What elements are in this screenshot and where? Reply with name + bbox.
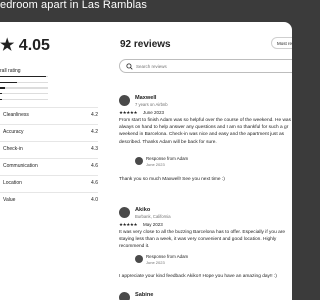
- category-row-communication: Communication 4.6: [0, 158, 98, 176]
- response-text: Thank you so much Maxwell! See you next …: [119, 177, 225, 182]
- category-value: 4.6: [91, 180, 98, 186]
- category-label: Communication: [3, 163, 38, 169]
- category-row-cleanliness: Cleanliness 4.2: [0, 107, 98, 125]
- rating-bar: [0, 93, 48, 95]
- category-value: 4.6: [91, 163, 98, 169]
- category-value: 4.0: [91, 197, 98, 203]
- category-label: Check-in: [3, 146, 23, 152]
- rating-bar-fill: [0, 76, 46, 78]
- avatar[interactable]: [119, 207, 130, 218]
- category-label: Cleanliness: [3, 112, 29, 118]
- star-rating: ★★★★★: [119, 110, 138, 115]
- overall-rating-label: rall rating: [0, 68, 21, 74]
- overall-rating-value: 4.05: [18, 37, 50, 54]
- avatar[interactable]: [119, 95, 130, 106]
- star-icon: ★: [0, 37, 15, 54]
- reviewer-subtitle: 7 years on Airbnb: [135, 102, 168, 107]
- category-value: 4.2: [91, 112, 98, 118]
- reviewer-subtitle: Burbank, California: [135, 214, 171, 219]
- response-from: Response from Adam: [146, 254, 189, 259]
- category-value: 4.3: [91, 146, 98, 152]
- reviews-modal: ★ 4.05 rall rating Cleanliness 4.2 Accur…: [0, 22, 292, 300]
- category-label: Value: [3, 197, 16, 203]
- rating-bar-fill: [0, 81, 17, 83]
- category-label: Accuracy: [3, 129, 24, 135]
- rating-bar: [0, 87, 48, 89]
- category-row-location: Location 4.6: [0, 175, 98, 193]
- category-row-check-in: Check-in 4.3: [0, 141, 98, 159]
- category-value: 4.2: [91, 129, 98, 135]
- reviewer-name[interactable]: Akiko: [135, 207, 150, 213]
- review-date: May 2023: [143, 222, 163, 227]
- reviews-count: 92 reviews: [120, 39, 171, 50]
- reviewer-name[interactable]: Maxwell: [135, 95, 156, 101]
- response-date: June 2023: [146, 162, 165, 167]
- review-text: It was very close to all the buzzing Bar…: [119, 230, 286, 250]
- host-avatar: [135, 255, 143, 263]
- avatar[interactable]: [119, 292, 130, 300]
- category-label: Location: [3, 180, 22, 186]
- rating-bar: [0, 76, 48, 78]
- host-avatar: [135, 157, 143, 165]
- sort-dropdown[interactable]: Most recent: [271, 37, 292, 49]
- category-row-value: Value 4.0: [0, 192, 98, 210]
- review-item: Sabine: [119, 292, 292, 300]
- search-reviews-box[interactable]: [119, 59, 292, 73]
- review-text: From start to finish Adam was so helpful…: [119, 118, 291, 145]
- overall-rating-distribution: [0, 76, 48, 104]
- response-text: I appreciate your kind feedback Akiko!! …: [119, 274, 277, 279]
- rating-bar: [0, 81, 48, 83]
- review-item: Akiko Burbank, California ★★★★★ May 2023…: [119, 207, 292, 297]
- rating-bar-fill: [0, 87, 5, 89]
- reviewer-name[interactable]: Sabine: [135, 292, 153, 298]
- star-rating: ★★★★★: [119, 222, 138, 227]
- rating-bar-fill: [0, 98, 3, 101]
- search-reviews-input[interactable]: [136, 61, 286, 71]
- search-icon: [126, 63, 133, 70]
- category-row-accuracy: Accuracy 4.2: [0, 124, 98, 142]
- review-date: June 2023: [143, 110, 165, 115]
- review-item: Maxwell 7 years on Airbnb ★★★★★ June 202…: [119, 95, 292, 195]
- overall-rating: ★ 4.05: [0, 35, 50, 55]
- response-date: June 2023: [146, 260, 165, 265]
- response-from: Response from Adam: [146, 156, 189, 161]
- listing-title: edroom apart in Las Ramblas: [0, 0, 147, 11]
- rating-bar: [0, 98, 48, 101]
- rating-bar-fill: [0, 93, 3, 95]
